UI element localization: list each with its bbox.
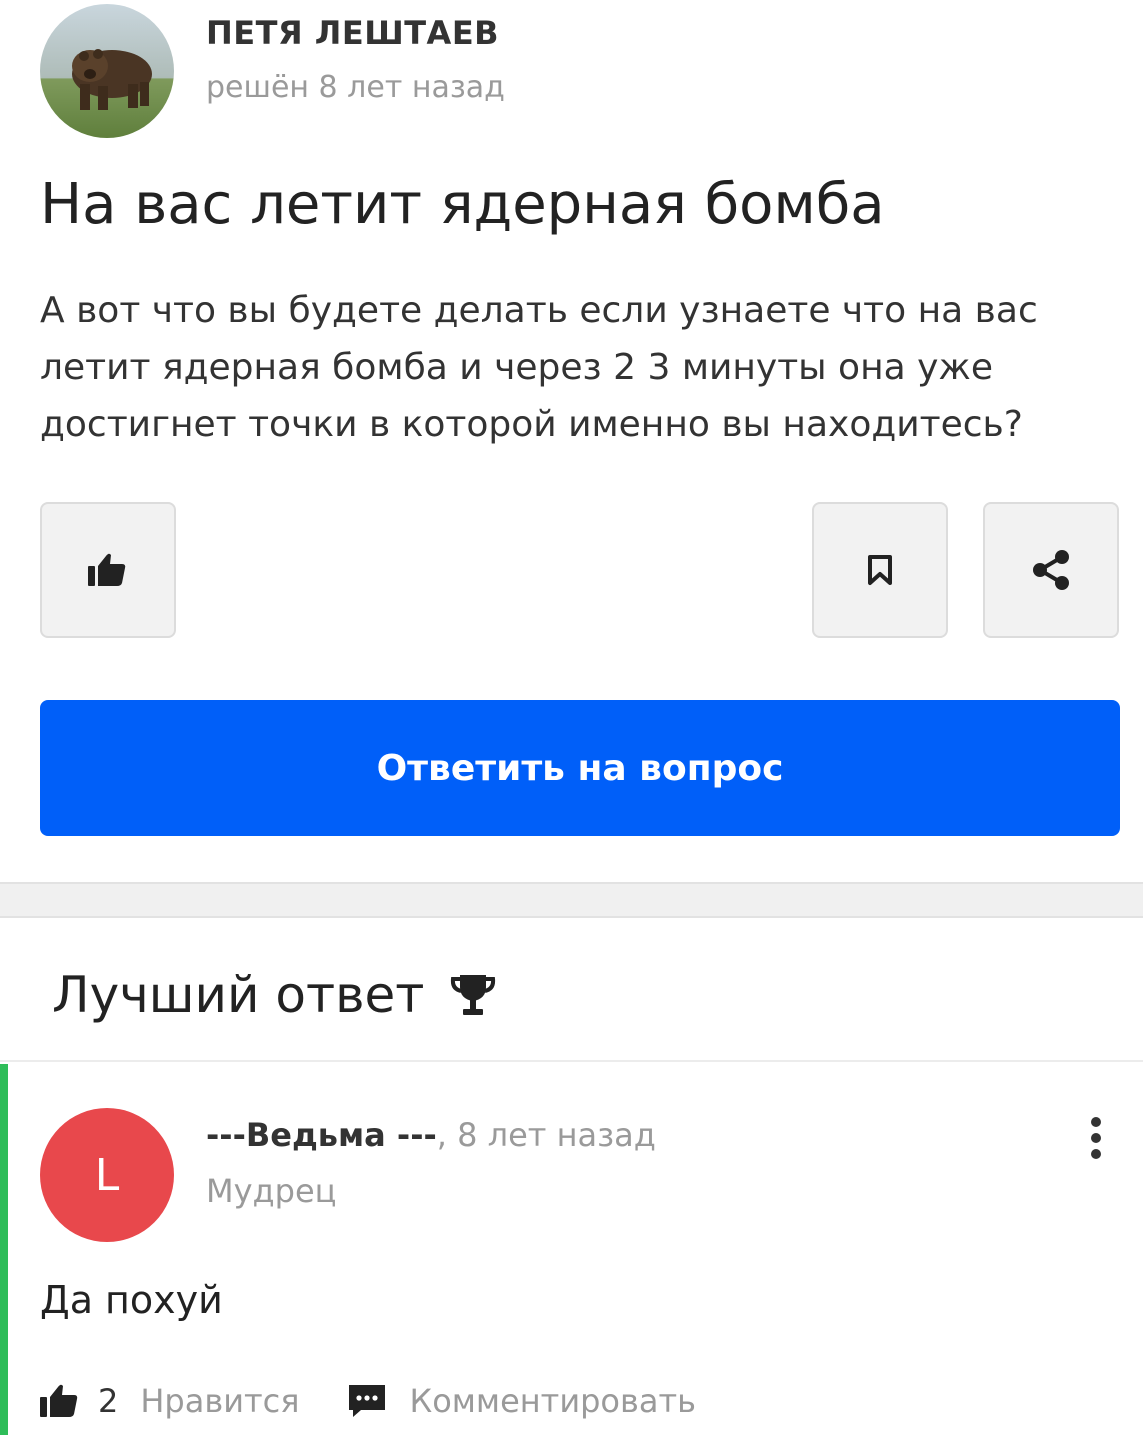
answer-author-rank: Мудрец	[206, 1172, 337, 1210]
like-count: 2	[98, 1382, 119, 1420]
section-divider	[0, 882, 1143, 918]
share-icon	[1033, 550, 1069, 590]
question-title: На вас летит ядерная бомба	[40, 172, 885, 237]
question-card: ПЕТЯ ЛЕШТАЕВ решён 8 лет назад На вас ле…	[0, 0, 1143, 882]
answer-separator: ,	[436, 1116, 458, 1154]
like-label: Нравится	[140, 1382, 300, 1420]
trophy-icon	[450, 975, 496, 1015]
answer-text: Да похуй	[40, 1278, 223, 1322]
more-options-icon[interactable]	[1086, 1116, 1106, 1160]
thumbs-up-icon	[88, 553, 126, 586]
author-name[interactable]: ПЕТЯ ЛЕШТАЕВ	[206, 14, 499, 52]
bookmark-button[interactable]	[812, 502, 948, 638]
share-button[interactable]	[983, 502, 1119, 638]
thumbs-up-icon	[40, 1384, 78, 1417]
best-answer: L ---Ведьма ---, 8 лет назад Мудрец Да п…	[0, 1064, 1143, 1435]
question-status: решён 8 лет назад	[206, 70, 505, 105]
answer-author-line: ---Ведьма ---, 8 лет назад	[206, 1116, 656, 1154]
answer-actions: 2 Нравится Комментировать	[40, 1380, 696, 1422]
comment-button[interactable]: Комментировать	[347, 1382, 696, 1420]
comment-label: Комментировать	[409, 1382, 696, 1420]
author-avatar[interactable]	[40, 4, 174, 138]
answer-question-button[interactable]: Ответить на вопрос	[40, 700, 1120, 836]
best-answer-header: Лучший ответ	[0, 918, 1143, 1062]
best-answer-accent	[0, 1064, 8, 1435]
answer-time: 8 лет назад	[457, 1116, 656, 1154]
like-button[interactable]	[40, 502, 176, 638]
comment-icon	[349, 1385, 386, 1417]
answer-author-avatar[interactable]: L	[40, 1108, 174, 1242]
answer-author-name[interactable]: ---Ведьма ---	[206, 1116, 437, 1154]
bookmark-icon	[868, 555, 892, 585]
best-answer-title: Лучший ответ	[52, 966, 425, 1024]
answer-like-button[interactable]: 2 Нравится	[40, 1382, 299, 1420]
question-body: А вот что вы будете делать если узнаете …	[40, 290, 1038, 445]
